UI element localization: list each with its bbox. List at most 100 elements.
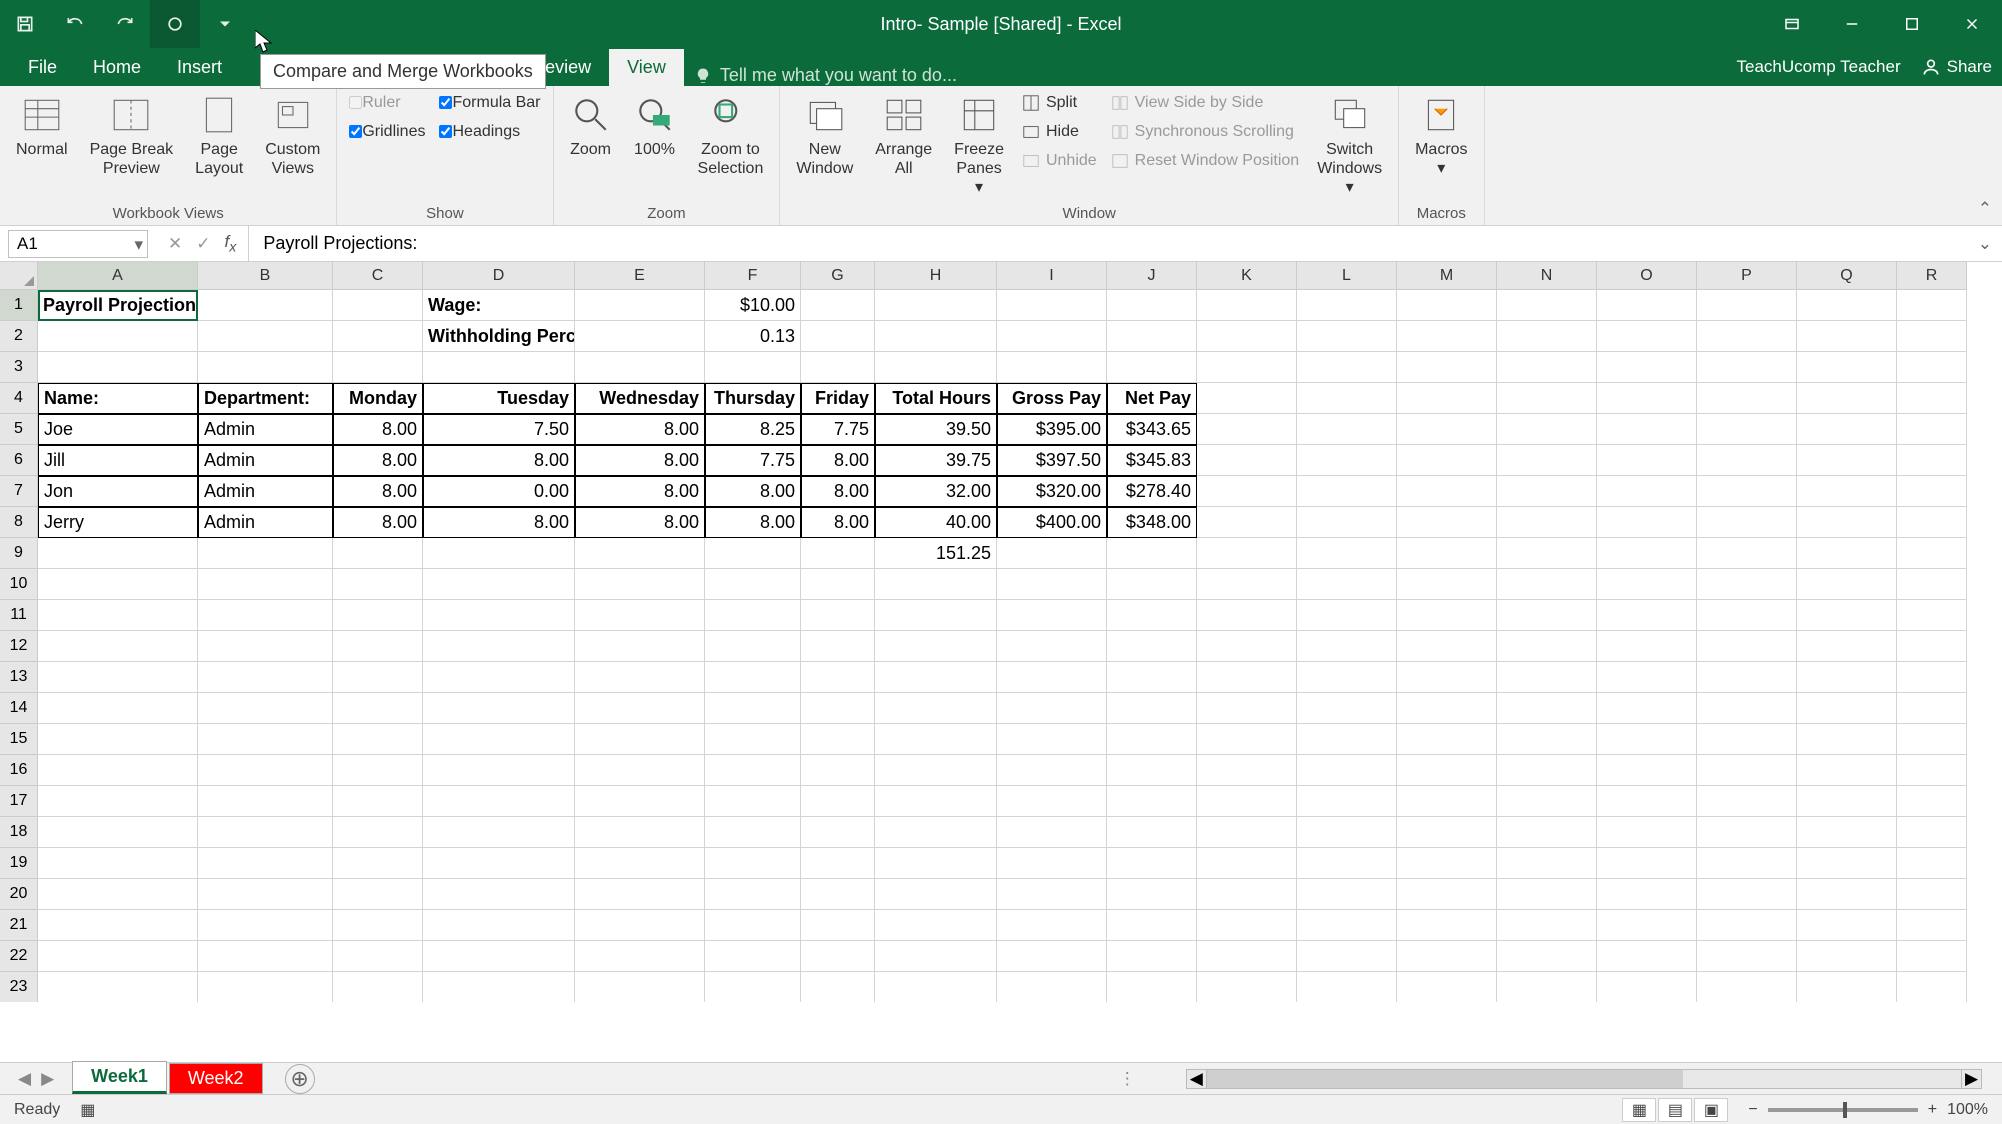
cell-K5[interactable]	[1197, 414, 1297, 445]
cell-E20[interactable]	[575, 879, 705, 910]
cell-M3[interactable]	[1397, 352, 1497, 383]
row-header-19[interactable]: 19	[0, 848, 38, 879]
cell-J5[interactable]: $343.65	[1107, 414, 1197, 445]
expand-formula-icon[interactable]: ⌄	[1968, 234, 2002, 254]
cell-E15[interactable]	[575, 724, 705, 755]
cell-M2[interactable]	[1397, 321, 1497, 352]
cell-G16[interactable]	[801, 755, 875, 786]
cell-E16[interactable]	[575, 755, 705, 786]
user-name[interactable]: TeachUcomp Teacher	[1737, 57, 1901, 77]
cell-L20[interactable]	[1297, 879, 1397, 910]
cell-E22[interactable]	[575, 941, 705, 972]
cell-C14[interactable]	[333, 693, 423, 724]
view-side-by-side-button[interactable]: View Side by Side	[1107, 90, 1304, 115]
cell-O6[interactable]	[1597, 445, 1697, 476]
cell-R15[interactable]	[1897, 724, 1967, 755]
cell-J14[interactable]	[1107, 693, 1197, 724]
cell-R11[interactable]	[1897, 600, 1967, 631]
cell-P13[interactable]	[1697, 662, 1797, 693]
cell-D11[interactable]	[423, 600, 575, 631]
zoom-level[interactable]: 100%	[1947, 1101, 1988, 1119]
cell-F10[interactable]	[705, 569, 801, 600]
column-header-M[interactable]: M	[1397, 262, 1497, 290]
cell-Q11[interactable]	[1797, 600, 1897, 631]
cell-M9[interactable]	[1397, 538, 1497, 569]
cell-A19[interactable]	[38, 848, 198, 879]
cell-J12[interactable]	[1107, 631, 1197, 662]
row-header-17[interactable]: 17	[0, 786, 38, 817]
cell-E6[interactable]: 8.00	[575, 445, 705, 476]
cell-I18[interactable]	[997, 817, 1107, 848]
cell-C23[interactable]	[333, 972, 423, 1002]
cell-I1[interactable]	[997, 290, 1107, 321]
cell-M17[interactable]	[1397, 786, 1497, 817]
cell-N9[interactable]	[1497, 538, 1597, 569]
cell-C3[interactable]	[333, 352, 423, 383]
cell-D4[interactable]: Tuesday	[423, 383, 575, 414]
cell-H20[interactable]	[875, 879, 997, 910]
cell-H2[interactable]	[875, 321, 997, 352]
cell-C17[interactable]	[333, 786, 423, 817]
cell-A23[interactable]	[38, 972, 198, 1002]
cell-J18[interactable]	[1107, 817, 1197, 848]
macros-button[interactable]: Macros ▾	[1407, 90, 1475, 182]
row-header-23[interactable]: 23	[0, 972, 38, 1002]
column-header-E[interactable]: E	[575, 262, 705, 290]
cell-P5[interactable]	[1697, 414, 1797, 445]
pagelayout-view-icon[interactable]: ▤	[1658, 1098, 1692, 1122]
cell-O16[interactable]	[1597, 755, 1697, 786]
cell-K13[interactable]	[1197, 662, 1297, 693]
cell-B11[interactable]	[198, 600, 333, 631]
row-header-20[interactable]: 20	[0, 879, 38, 910]
cell-P16[interactable]	[1697, 755, 1797, 786]
cell-M18[interactable]	[1397, 817, 1497, 848]
cell-P22[interactable]	[1697, 941, 1797, 972]
cell-P23[interactable]	[1697, 972, 1797, 1002]
cell-P19[interactable]	[1697, 848, 1797, 879]
cell-H15[interactable]	[875, 724, 997, 755]
cell-D6[interactable]: 8.00	[423, 445, 575, 476]
cell-H16[interactable]	[875, 755, 997, 786]
cell-A12[interactable]	[38, 631, 198, 662]
cell-N18[interactable]	[1497, 817, 1597, 848]
cell-O17[interactable]	[1597, 786, 1697, 817]
cell-M20[interactable]	[1397, 879, 1497, 910]
cell-I13[interactable]	[997, 662, 1107, 693]
cell-Q19[interactable]	[1797, 848, 1897, 879]
cell-H6[interactable]: 39.75	[875, 445, 997, 476]
cell-N3[interactable]	[1497, 352, 1597, 383]
cell-L10[interactable]	[1297, 569, 1397, 600]
cell-A3[interactable]	[38, 352, 198, 383]
cell-I9[interactable]	[997, 538, 1107, 569]
cell-F22[interactable]	[705, 941, 801, 972]
sheet-next-icon[interactable]: ▶	[41, 1069, 54, 1089]
cell-D3[interactable]	[423, 352, 575, 383]
zoom-in-icon[interactable]: +	[1928, 1101, 1937, 1119]
cell-H19[interactable]	[875, 848, 997, 879]
redo-icon[interactable]	[100, 0, 150, 48]
cell-I6[interactable]: $397.50	[997, 445, 1107, 476]
name-box[interactable]: A1▾	[8, 230, 148, 258]
cell-L17[interactable]	[1297, 786, 1397, 817]
sheet-split-icon[interactable]: ⋮	[1109, 1069, 1146, 1089]
cell-C2[interactable]	[333, 321, 423, 352]
cell-K22[interactable]	[1197, 941, 1297, 972]
cell-H1[interactable]	[875, 290, 997, 321]
cell-M4[interactable]	[1397, 383, 1497, 414]
cell-A17[interactable]	[38, 786, 198, 817]
cell-F18[interactable]	[705, 817, 801, 848]
maximize-icon[interactable]	[1882, 0, 1942, 48]
cell-J22[interactable]	[1107, 941, 1197, 972]
cell-G21[interactable]	[801, 910, 875, 941]
cell-C10[interactable]	[333, 569, 423, 600]
cell-N5[interactable]	[1497, 414, 1597, 445]
cell-N2[interactable]	[1497, 321, 1597, 352]
cell-L14[interactable]	[1297, 693, 1397, 724]
cell-J2[interactable]	[1107, 321, 1197, 352]
sync-scroll-button[interactable]: Synchronous Scrolling	[1107, 119, 1304, 144]
cell-R18[interactable]	[1897, 817, 1967, 848]
cell-D23[interactable]	[423, 972, 575, 1002]
cell-O18[interactable]	[1597, 817, 1697, 848]
spreadsheet-grid[interactable]: ABCDEFGHIJKLMNOPQR 123456789101112131415…	[0, 262, 2002, 1002]
cell-D2[interactable]: Withholding Percentage:	[423, 321, 575, 352]
